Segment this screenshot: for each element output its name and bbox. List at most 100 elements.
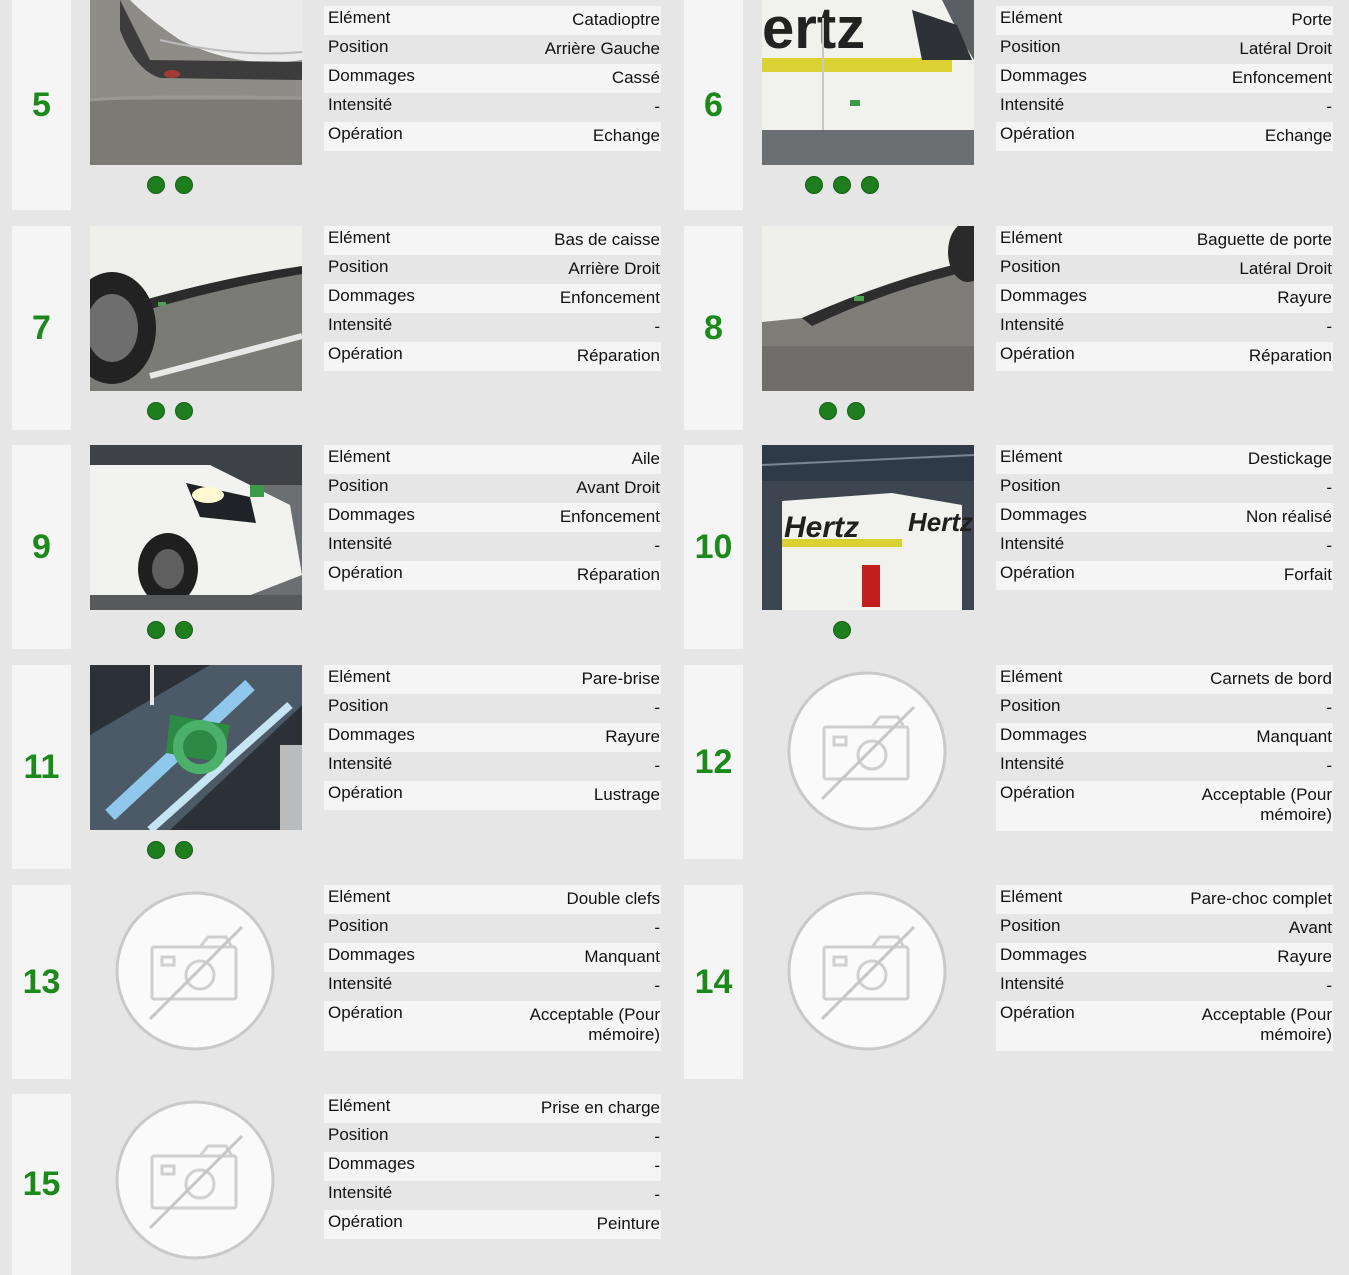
detail-row-dommages: Dommages - [324, 1152, 661, 1181]
detail-row-intensite: Intensité - [996, 532, 1333, 561]
detail-label: Dommages [1000, 505, 1087, 524]
detail-value: - [654, 976, 660, 995]
detail-value: - [654, 1127, 660, 1146]
detail-value: Réparation [576, 565, 660, 584]
damage-card: 6 ertz Elément Porte Position Latéral Droit… [672, 0, 1344, 210]
detail-row-intensite: Intensité - [324, 313, 661, 342]
damage-details-table: Elément Aile Position Avant Droit Dommages En… [324, 445, 661, 590]
damage-card: 12 Elément Carnets de bord Position - Dommag… [672, 665, 1344, 859]
damage-card: 14 Elément Pare-choc complet Position Avant… [672, 885, 1344, 1079]
detail-row-position: Position - [996, 694, 1333, 723]
detail-value: - [1326, 478, 1332, 497]
detail-value: Peinture [596, 1214, 660, 1233]
detail-label: Opération [1000, 1003, 1075, 1022]
detail-label: Elément [328, 887, 391, 906]
detail-value: Manquant [1256, 727, 1332, 746]
detail-row-dommages: Dommages Rayure [996, 943, 1333, 972]
damage-number: 13 [22, 962, 61, 1001]
detail-row-dommages: Dommages Manquant [996, 723, 1333, 752]
damage-number-panel: 7 [12, 226, 71, 430]
detail-label: Intensité [1000, 315, 1065, 334]
detail-value: Catadioptre [572, 10, 660, 29]
photo-pager-dot[interactable] [147, 621, 165, 639]
damage-number: 5 [32, 85, 51, 124]
detail-value: Avant [1288, 918, 1332, 937]
damage-card: 9 Elément Aile Position Avant Droit Dommages… [0, 445, 672, 649]
sill-photo[interactable] [90, 226, 302, 391]
photo-pager-dot[interactable] [147, 841, 165, 859]
detail-row-operation: Opération Echange [996, 122, 1333, 151]
detail-value: Double clefs [566, 889, 660, 908]
side-door-photo[interactable]: ertz [762, 0, 974, 165]
detail-value: Acceptable (Pour mémoire) [529, 1005, 660, 1045]
detail-row-element: Elément Pare-brise [324, 665, 661, 694]
photo-pager-dot[interactable] [833, 176, 851, 194]
photo-pager-dot[interactable] [847, 402, 865, 420]
front-wing-photo[interactable] [90, 445, 302, 610]
detail-label: Position [1000, 257, 1061, 276]
photo-pager-dot[interactable] [175, 621, 193, 639]
detail-label: Position [328, 696, 389, 715]
detail-row-element: Elément Porte [996, 6, 1333, 35]
detail-label: Dommages [1000, 66, 1087, 85]
detail-label: Opération [328, 1212, 403, 1231]
detail-row-element: Elément Baguette de porte [996, 226, 1333, 255]
detail-label: Intensité [328, 315, 393, 334]
detail-row-element: Elément Pare-choc complet [996, 885, 1333, 914]
damage-number: 14 [694, 962, 733, 1001]
detail-row-position: Position Latéral Droit [996, 35, 1333, 64]
photo-pager-dot[interactable] [175, 176, 193, 194]
photo-pager-dot[interactable] [805, 176, 823, 194]
photo-pager [90, 841, 250, 861]
detail-label: Intensité [1000, 974, 1065, 993]
detail-row-operation: Opération Acceptable (Pour mémoire) [996, 781, 1333, 831]
no-photo-icon [110, 891, 280, 1051]
detail-label: Intensité [1000, 95, 1065, 114]
detail-value: Enfoncement [559, 507, 660, 526]
photo-pager-dot[interactable] [175, 841, 193, 859]
damage-number: 7 [32, 308, 51, 347]
damage-details-table: Elément Pare-brise Position - Dommages Rayure… [324, 665, 661, 810]
rear-corner-photo[interactable] [90, 0, 302, 165]
detail-row-intensite: Intensité - [324, 752, 661, 781]
detail-row-element: Elément Double clefs [324, 885, 661, 914]
door-strip-photo[interactable] [762, 226, 974, 391]
photo-pager-dot[interactable] [861, 176, 879, 194]
detail-value: Latéral Droit [1239, 39, 1332, 58]
hertz-van-photo[interactable]: Hertz Hertz [762, 445, 974, 610]
detail-value: Manquant [584, 947, 660, 966]
detail-row-dommages: Dommages Enfoncement [324, 284, 661, 313]
damage-number-panel: 12 [684, 665, 743, 859]
detail-row-dommages: Dommages Manquant [324, 943, 661, 972]
detail-value: Réparation [576, 346, 660, 365]
detail-row-intensite: Intensité - [996, 972, 1333, 1001]
photo-pager-dot[interactable] [175, 402, 193, 420]
damage-number: 12 [694, 742, 733, 781]
detail-row-position: Position Arrière Droit [324, 255, 661, 284]
damage-number: 6 [704, 85, 723, 124]
detail-value: Enfoncement [559, 288, 660, 307]
damage-number-panel: 6 [684, 0, 743, 210]
damage-card: 5 Elément Catadioptre Position Arrière Gauc… [0, 0, 672, 210]
photo-pager-dot[interactable] [147, 402, 165, 420]
detail-label: Elément [1000, 667, 1063, 686]
detail-value: Lustrage [593, 785, 660, 804]
detail-row-intensite: Intensité - [996, 93, 1333, 122]
detail-label: Intensité [328, 1183, 393, 1202]
detail-value: Destickage [1247, 449, 1332, 468]
detail-value: - [654, 918, 660, 937]
detail-label: Opération [1000, 563, 1075, 582]
detail-row-operation: Opération Acceptable (Pour mémoire) [996, 1001, 1333, 1051]
damage-number-panel: 15 [12, 1094, 71, 1275]
damage-number: 11 [23, 747, 60, 786]
photo-pager-dot[interactable] [147, 176, 165, 194]
detail-label: Dommages [328, 66, 415, 85]
photo-pager [762, 621, 922, 641]
detail-label: Opération [328, 1003, 403, 1022]
photo-pager-dot[interactable] [819, 402, 837, 420]
photo-pager-dot[interactable] [833, 621, 851, 639]
detail-label: Elément [1000, 8, 1063, 27]
windshield-photo[interactable] [90, 665, 302, 830]
detail-row-element: Elément Bas de caisse [324, 226, 661, 255]
detail-label: Dommages [328, 725, 415, 744]
